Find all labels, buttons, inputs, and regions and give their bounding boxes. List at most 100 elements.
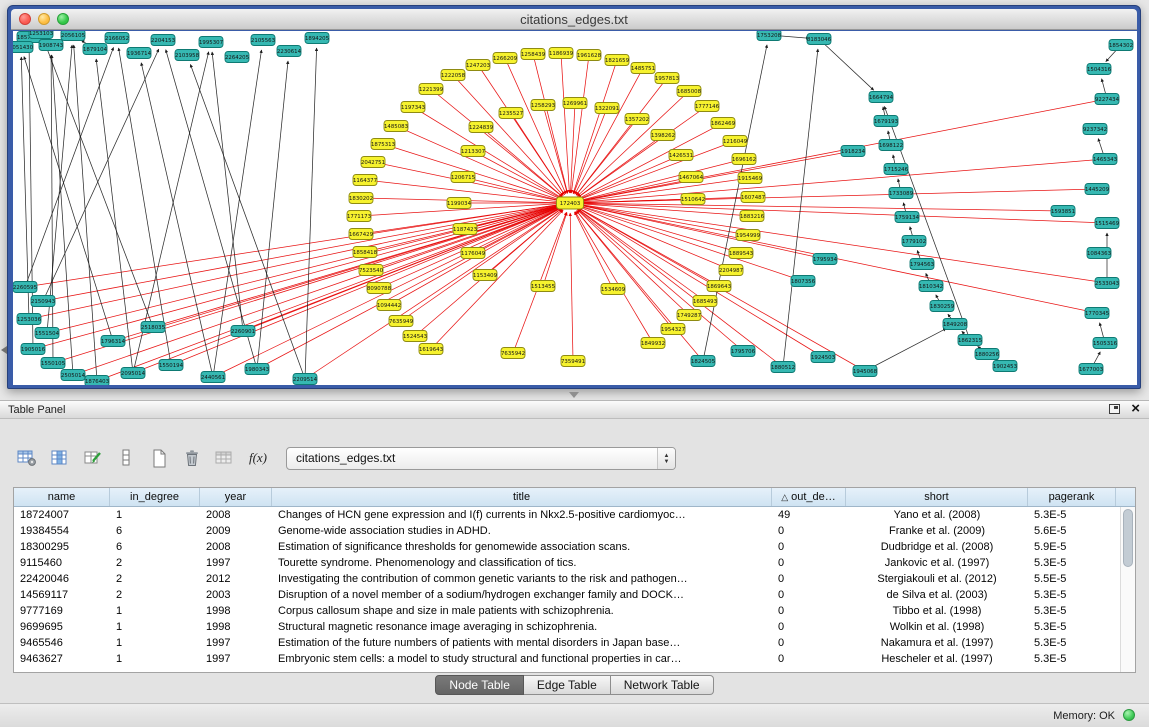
table-row[interactable]: 946554611997Estimation of the future num… [14, 635, 1135, 651]
graph-node[interactable]: 2204153 [151, 35, 175, 46]
table-cell[interactable]: 2008 [200, 539, 272, 555]
table-cell[interactable]: 1997 [200, 635, 272, 651]
graph-node[interactable]: 1258439 [521, 49, 546, 60]
table-cell[interactable]: 0 [772, 587, 846, 603]
graph-node[interactable]: 2103958 [175, 50, 200, 61]
graph-node[interactable]: 2166052 [105, 33, 129, 44]
graph-node[interactable]: 2042751 [361, 157, 385, 168]
graph-node[interactable]: 1677003 [1079, 364, 1103, 375]
graph-node[interactable]: 1936714 [127, 48, 152, 59]
graph-node[interactable]: 1954999 [736, 230, 761, 241]
graph-node[interactable]: 1879104 [83, 44, 108, 55]
table-cell[interactable]: Hescheler et al. (1997) [846, 651, 1028, 667]
graph-node[interactable]: 8090788 [367, 283, 392, 294]
graph-node[interactable]: 1961628 [577, 50, 602, 61]
graph-node[interactable]: 1504316 [1087, 64, 1112, 75]
graph-node[interactable]: 1485083 [384, 121, 408, 132]
graph-node[interactable]: 1266209 [493, 53, 518, 64]
table-row[interactable]: 911546021997Tourette syndrome. Phenomeno… [14, 555, 1135, 571]
graph-node[interactable]: 1224839 [469, 122, 494, 133]
graph-node[interactable]: 1777146 [695, 101, 720, 112]
table-cell[interactable]: 2012 [200, 571, 272, 587]
graph-node[interactable]: 1849208 [943, 319, 968, 330]
table-vertical-scrollbar[interactable] [1120, 507, 1135, 672]
graph-node[interactable]: 1685493 [693, 296, 717, 307]
graph-node[interactable]: 1796314 [101, 336, 126, 347]
graph-node[interactable]: 2150943 [31, 296, 55, 307]
table-cell[interactable]: 5.3E-5 [1028, 619, 1116, 635]
graph-node[interactable]: 1187423 [453, 224, 477, 235]
table-cell[interactable]: 1 [110, 507, 200, 523]
table-cell[interactable]: 2009 [200, 523, 272, 539]
row-options-icon[interactable] [113, 445, 139, 471]
graph-node[interactable]: 1918234 [841, 146, 866, 157]
column-header[interactable]: name [14, 488, 110, 506]
graph-node[interactable]: 1733089 [889, 188, 914, 199]
graph-node[interactable]: 1883216 [740, 211, 765, 222]
graph-node[interactable]: 1094442 [377, 300, 401, 311]
graph-node[interactable]: 1685008 [677, 86, 702, 97]
table-row[interactable]: 969969511998Structural magnetic resonanc… [14, 619, 1135, 635]
table-cell[interactable]: Stergiakouli et al. (2012) [846, 571, 1028, 587]
graph-node[interactable]: 1258293 [531, 100, 555, 111]
graph-node[interactable]: 1880256 [975, 349, 1000, 360]
graph-node[interactable]: 1186939 [549, 48, 574, 59]
graph-node[interactable]: 1550105 [41, 358, 65, 369]
graph-node[interactable]: 1551504 [35, 328, 60, 339]
graph-node[interactable]: 1426531 [669, 150, 693, 161]
table-cell[interactable]: 0 [772, 539, 846, 555]
graph-node[interactable]: 2051430 [13, 42, 34, 53]
graph-node[interactable]: 2095014 [121, 368, 146, 379]
graph-node[interactable]: 1247203 [466, 60, 490, 71]
graph-node[interactable]: 2209514 [293, 374, 318, 385]
table-cell[interactable]: 0 [772, 651, 846, 667]
graph-node[interactable]: 1206715 [451, 172, 475, 183]
graph-node[interactable]: 1876403 [85, 376, 109, 386]
graph-node[interactable]: 1199034 [447, 198, 472, 209]
graph-node[interactable]: 1995307 [199, 37, 223, 48]
graph-node[interactable]: 1445209 [1085, 184, 1110, 195]
table-cell[interactable]: 5.3E-5 [1028, 603, 1116, 619]
graph-node[interactable]: 1795934 [813, 254, 838, 265]
table-cell[interactable]: Genome-wide association studies in ADHD. [272, 523, 772, 539]
table-cell[interactable]: Franke et al. (2009) [846, 523, 1028, 539]
graph-node[interactable]: 1915469 [738, 173, 763, 184]
column-header[interactable]: △out_de… [772, 488, 846, 506]
table-cell[interactable]: 1 [110, 635, 200, 651]
table-cell[interactable]: Investigating the contribution of common… [272, 571, 772, 587]
table-row[interactable]: 946362711997Embryonic stem cells: a mode… [14, 651, 1135, 667]
table-cell[interactable]: 9115460 [14, 555, 110, 571]
delete-column-icon[interactable] [179, 445, 205, 471]
table-cell[interactable]: 2 [110, 587, 200, 603]
select-columns-icon[interactable] [47, 445, 73, 471]
table-cell[interactable]: 5.3E-5 [1028, 507, 1116, 523]
network-canvas[interactable]: 1724031221399119734314850831875313204275… [13, 31, 1137, 385]
column-header[interactable]: pagerank [1028, 488, 1116, 506]
function-builder-icon[interactable]: f(x) [245, 445, 271, 471]
graph-node[interactable]: 1513455 [531, 281, 555, 292]
table-cell[interactable]: 0 [772, 635, 846, 651]
graph-node[interactable]: 1222058 [441, 70, 466, 81]
table-cell[interactable]: Estimation of the future numbers of pati… [272, 635, 772, 651]
table-cell[interactable]: 18300295 [14, 539, 110, 555]
column-header[interactable]: year [200, 488, 272, 506]
graph-node[interactable]: 1749287 [677, 310, 701, 321]
graph-node[interactable]: 1858418 [353, 247, 378, 258]
graph-node[interactable]: 1322091 [595, 103, 619, 114]
table-cell[interactable]: Corpus callosum shape and size in male p… [272, 603, 772, 619]
graph-node[interactable]: 2518035 [141, 322, 165, 333]
table-cell[interactable]: 5.3E-5 [1028, 651, 1116, 667]
table-cell[interactable]: 0 [772, 523, 846, 539]
graph-node[interactable]: 1696162 [732, 154, 756, 165]
graph-node[interactable]: 8183046 [807, 34, 832, 45]
new-column-icon[interactable] [146, 445, 172, 471]
graph-node[interactable]: 172403 [557, 197, 584, 209]
table-cell[interactable]: 9465546 [14, 635, 110, 651]
table-cell[interactable]: Dudbridge et al. (2008) [846, 539, 1028, 555]
graph-node[interactable]: 1235527 [499, 108, 523, 119]
graph-node[interactable]: 1875313 [371, 139, 395, 150]
graph-node[interactable]: 1954327 [661, 324, 685, 335]
graph-node[interactable]: 1880512 [771, 362, 795, 373]
table-cell[interactable]: de Silva et al. (2003) [846, 587, 1028, 603]
table-cell[interactable]: 5.3E-5 [1028, 635, 1116, 651]
